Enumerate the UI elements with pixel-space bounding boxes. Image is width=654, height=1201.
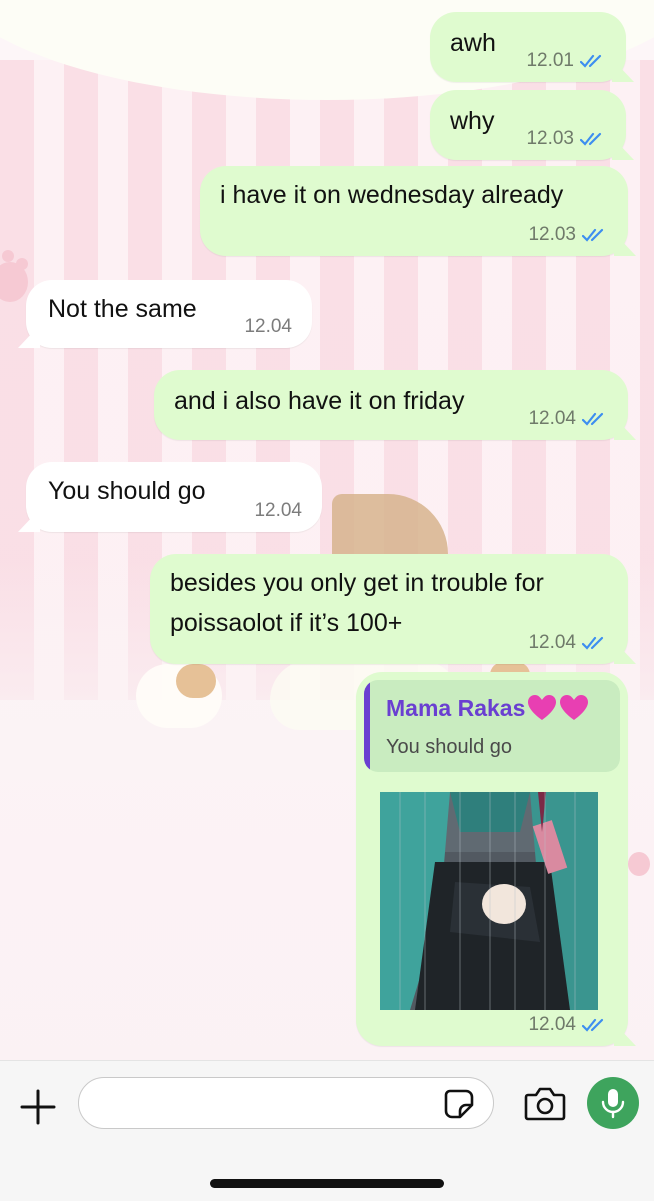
message-text: why xyxy=(450,107,495,135)
message-meta: 12.04 xyxy=(528,632,608,654)
microphone-icon xyxy=(601,1089,625,1119)
message-time: 12.04 xyxy=(528,408,576,429)
double-check-icon xyxy=(582,412,604,426)
home-indicator xyxy=(210,1179,444,1188)
message-meta: 12.03 xyxy=(526,128,606,150)
outgoing-message[interactable]: i have it on wednesday already 12.03 xyxy=(200,166,636,256)
pink-heart-icon xyxy=(560,695,589,720)
message-meta: 12.04 xyxy=(244,316,292,338)
message-text-line: besides you only get in trouble for xyxy=(170,569,544,597)
double-check-icon xyxy=(580,54,602,68)
double-check-icon xyxy=(582,1018,604,1032)
pink-heart-icon xyxy=(528,695,557,720)
double-check-icon xyxy=(582,636,604,650)
quote-accent-bar xyxy=(364,680,370,772)
message-time: 12.03 xyxy=(526,128,574,149)
incoming-message[interactable]: Not the same 12.04 xyxy=(18,280,312,348)
message-input[interactable] xyxy=(78,1077,494,1129)
message-time: 12.03 xyxy=(528,224,576,245)
quoted-author-name: Mama Rakas xyxy=(386,694,526,721)
outgoing-message[interactable]: awh 12.01 xyxy=(430,12,634,82)
quoted-message[interactable]: Mama Rakas You should go xyxy=(364,680,620,772)
message-meta: 12.03 xyxy=(528,224,608,246)
camera-icon[interactable] xyxy=(524,1085,566,1123)
message-text: You should go xyxy=(48,477,206,505)
message-text: Not the same xyxy=(48,295,197,323)
message-text: and i also have it on friday xyxy=(174,387,465,415)
message-time: 12.01 xyxy=(526,50,574,71)
message-time: 12.04 xyxy=(244,316,292,337)
message-time: 12.04 xyxy=(528,1014,576,1035)
outgoing-message[interactable]: and i also have it on friday 12.04 xyxy=(154,370,636,440)
message-meta: 12.04 xyxy=(254,500,302,522)
message-input-bar xyxy=(0,1060,654,1201)
message-meta: 12.04 xyxy=(528,1014,608,1036)
sticker-icon[interactable] xyxy=(444,1089,474,1119)
message-list[interactable]: awh 12.01 why 12.03 i have it on wednesd… xyxy=(0,0,654,1060)
message-time: 12.04 xyxy=(528,632,576,653)
message-meta: 12.04 xyxy=(528,408,608,430)
message-time: 12.04 xyxy=(254,500,302,521)
double-check-icon xyxy=(582,228,604,242)
message-text: awh xyxy=(450,29,496,57)
outgoing-image-reply-message[interactable]: Mama Rakas You should go 12.04 xyxy=(356,672,636,1046)
photo-content xyxy=(380,792,598,1010)
outgoing-message[interactable]: why 12.03 xyxy=(430,90,634,160)
message-meta: 12.01 xyxy=(526,50,606,72)
quoted-text: You should go xyxy=(386,736,513,758)
outgoing-message[interactable]: besides you only get in trouble for pois… xyxy=(150,554,636,664)
attached-photo[interactable] xyxy=(380,792,598,1010)
incoming-message[interactable]: You should go 12.04 xyxy=(18,462,322,532)
message-text-line: poissaolot if it’s 100+ xyxy=(170,609,403,637)
microphone-button[interactable] xyxy=(587,1077,639,1129)
double-check-icon xyxy=(580,132,602,146)
message-text: i have it on wednesday already xyxy=(220,181,564,209)
quoted-author: Mama Rakas xyxy=(386,694,589,722)
plus-icon[interactable] xyxy=(18,1087,58,1127)
